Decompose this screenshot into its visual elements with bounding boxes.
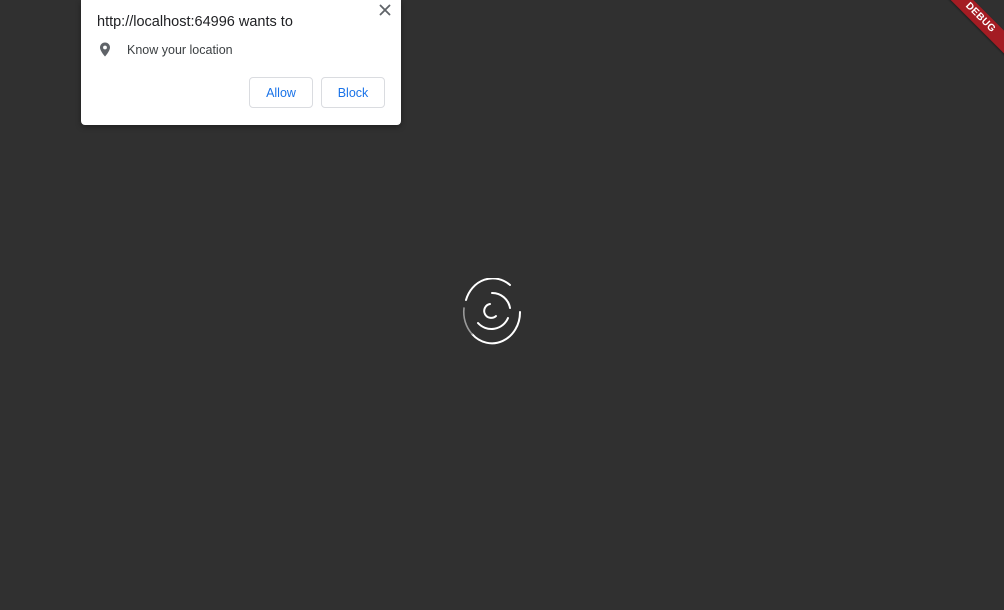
app-page: http://localhost:64996 wants to Know you… <box>0 0 1004 610</box>
close-button[interactable] <box>377 2 393 18</box>
popup-title: http://localhost:64996 wants to <box>97 14 293 30</box>
loading-spinner-icon <box>458 278 526 346</box>
debug-banner: DEBUG <box>944 0 1004 60</box>
location-permission-popup: http://localhost:64996 wants to Know you… <box>81 0 401 125</box>
block-button[interactable]: Block <box>321 77 385 108</box>
allow-button[interactable]: Allow <box>249 77 313 108</box>
close-icon <box>379 4 391 16</box>
permission-row: Know your location <box>97 41 233 59</box>
location-pin-icon <box>97 41 113 59</box>
permission-label: Know your location <box>127 43 233 57</box>
debug-banner-label: DEBUG <box>944 0 1004 60</box>
